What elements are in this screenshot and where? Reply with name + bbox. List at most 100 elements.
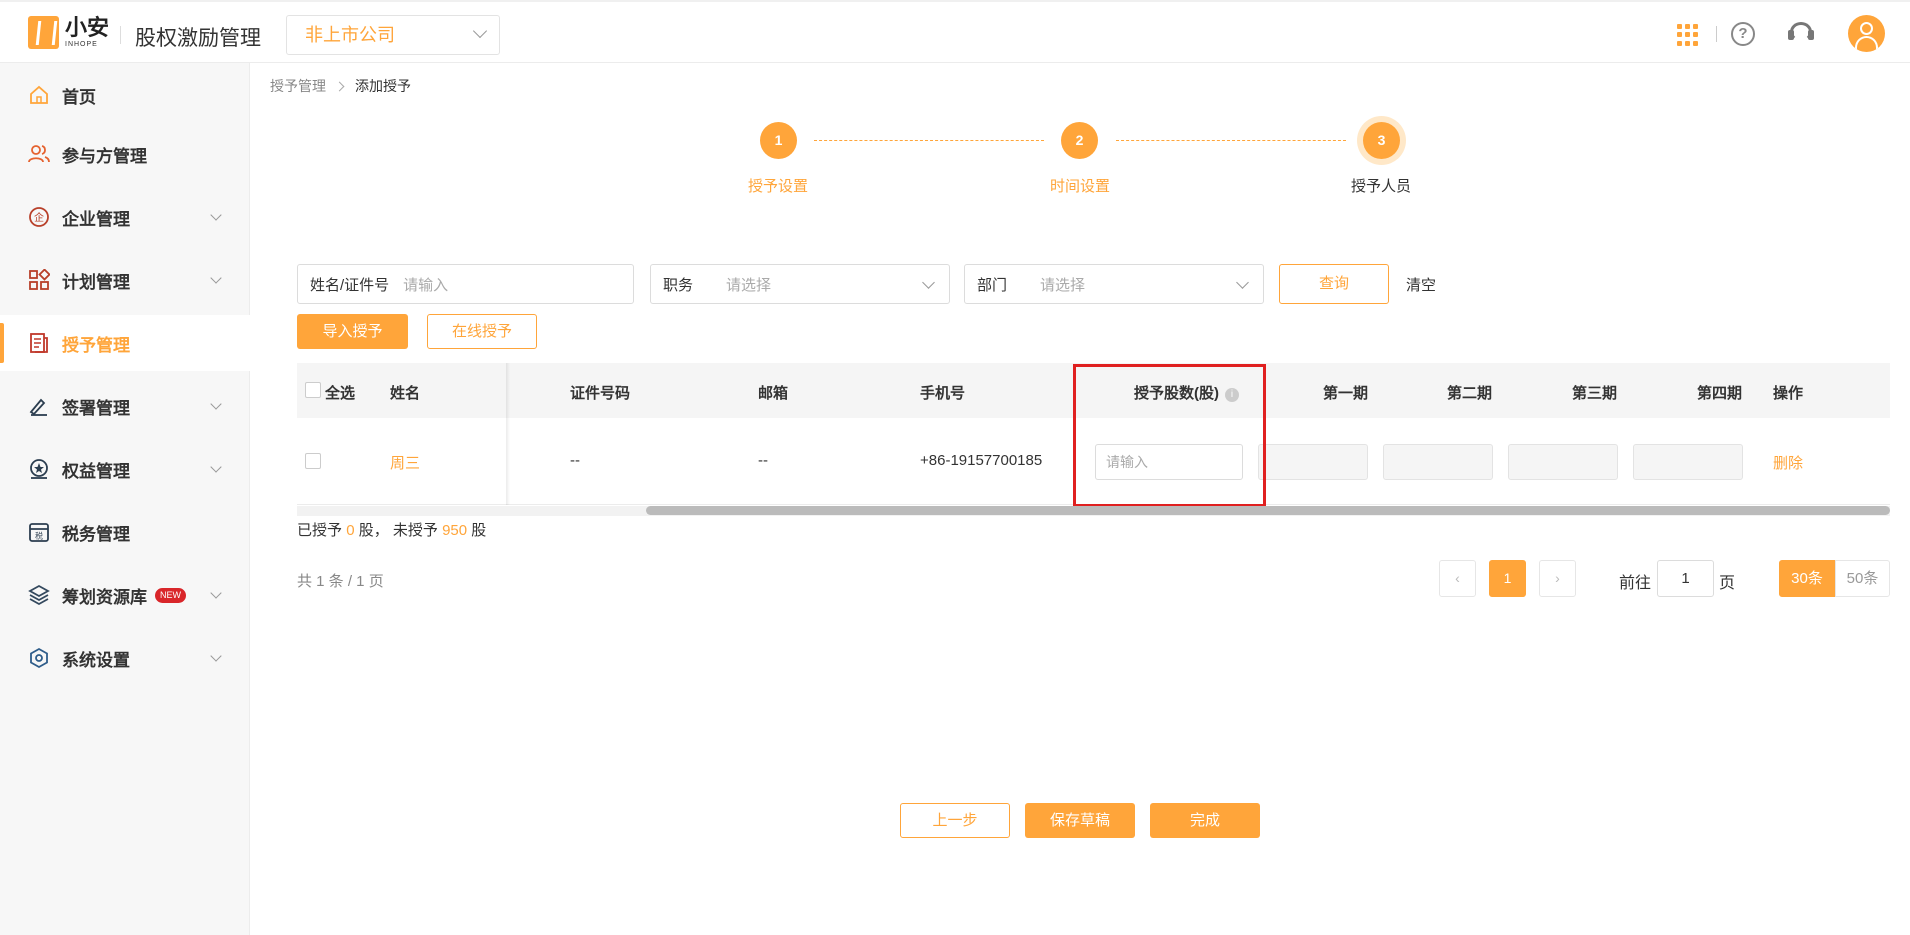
chevron-down-icon <box>210 650 222 662</box>
select-all-checkbox[interactable] <box>305 382 321 398</box>
sidebar: 首页 参与方管理 企 企业管理 计划管理 授予管理 签署管理 权益管理 税 税务… <box>0 63 250 935</box>
column-header-email: 邮箱 <box>758 385 789 402</box>
goto-page-input[interactable]: 1 <box>1657 560 1714 597</box>
step-connector <box>814 140 1044 141</box>
settings-icon <box>30 647 48 669</box>
column-header-period-2: 第二期 <box>1447 385 1493 402</box>
logo: 小安 INHOPE <box>28 16 109 49</box>
new-badge: NEW <box>155 587 186 603</box>
sidebar-item-home[interactable]: 首页 <box>0 67 250 123</box>
step-1-circle: 1 <box>760 122 797 159</box>
chevron-down-icon <box>210 587 222 599</box>
column-header-operation: 操作 <box>1773 385 1804 402</box>
chevron-down-icon <box>472 23 488 39</box>
sidebar-item-label: 权益管理 <box>62 461 130 481</box>
name-id-filter[interactable]: 姓名/证件号 请输入 <box>297 264 634 304</box>
sidebar-item-grant[interactable]: 授予管理 <box>0 315 250 371</box>
breadcrumb-current: 添加授予 <box>355 78 411 94</box>
grant-summary: 已授予 0 股， 未授予 950 股 <box>297 519 486 540</box>
plan-icon <box>29 269 50 290</box>
sidebar-item-enterprise[interactable]: 企 企业管理 <box>0 189 250 245</box>
online-grant-button[interactable]: 在线授予 <box>427 314 537 349</box>
summary-ungranted-unit: 股 <box>471 522 487 539</box>
chevron-right-icon <box>334 81 345 91</box>
page-unit-label: 页 <box>1719 575 1736 592</box>
top-header: 小安 INHOPE 股权激励管理 非上市公司 ? <box>0 0 1910 63</box>
filter-label: 姓名/证件号 <box>310 276 390 294</box>
column-header-period-1: 第一期 <box>1323 385 1369 402</box>
goto-label: 前往 <box>1619 575 1652 592</box>
delete-row-button[interactable]: 删除 <box>1773 452 1803 473</box>
position-select[interactable]: 请选择 <box>726 274 771 295</box>
company-type-value: 非上市公司 <box>305 25 395 45</box>
sidebar-item-label: 计划管理 <box>62 272 130 292</box>
company-type-select[interactable]: 非上市公司 <box>286 15 500 55</box>
sidebar-item-participants[interactable]: 参与方管理 <box>0 126 250 182</box>
logo-mark-icon <box>28 16 59 49</box>
department-filter[interactable]: 部门 请选择 <box>964 264 1264 304</box>
sidebar-item-label: 企业管理 <box>62 209 130 229</box>
step-3-label: 授予人员 <box>1350 178 1411 195</box>
sidebar-item-plan[interactable]: 计划管理 <box>0 252 250 308</box>
sidebar-item-sign[interactable]: 签署管理 <box>0 378 250 434</box>
help-icon[interactable]: ? <box>1731 22 1755 46</box>
name-id-input[interactable]: 请输入 <box>403 274 448 295</box>
home-icon <box>30 85 48 104</box>
layers-icon <box>28 584 50 606</box>
chevron-down-icon <box>210 461 222 473</box>
period-3-input <box>1508 444 1618 480</box>
horizontal-scrollbar-thumb[interactable] <box>646 506 1890 515</box>
position-filter[interactable]: 职务 请选择 <box>650 264 950 304</box>
sidebar-item-label: 系统设置 <box>62 650 130 670</box>
filter-label: 职务 <box>663 276 694 294</box>
next-page-button[interactable]: › <box>1539 560 1576 597</box>
fixed-column-shadow <box>506 363 510 505</box>
logo-subtext: INHOPE <box>65 41 98 48</box>
prev-step-button[interactable]: 上一步 <box>900 803 1010 838</box>
equity-icon <box>30 459 48 479</box>
column-header-period-3: 第三期 <box>1572 385 1618 402</box>
apps-grid-icon[interactable] <box>1677 24 1699 46</box>
customer-service-icon[interactable] <box>1788 22 1814 46</box>
app-title: 股权激励管理 <box>135 27 261 50</box>
sidebar-item-label: 税务管理 <box>62 524 130 544</box>
filter-label: 部门 <box>977 276 1008 294</box>
import-grant-button[interactable]: 导入授予 <box>297 314 408 349</box>
enterprise-icon: 企 <box>29 207 49 227</box>
row-phone: +86-19157700185 <box>920 452 1043 469</box>
sidebar-item-tax[interactable]: 税 税务管理 <box>0 504 250 560</box>
sign-icon <box>29 398 47 416</box>
column-header-id-number: 证件号码 <box>570 385 631 402</box>
row-checkbox[interactable] <box>305 453 321 469</box>
sidebar-item-settings[interactable]: 系统设置 <box>0 630 250 686</box>
summary-ungranted-label: 未授予 <box>392 522 438 539</box>
finish-button[interactable]: 完成 <box>1150 803 1260 838</box>
users-icon <box>28 145 50 163</box>
sidebar-item-label: 签署管理 <box>62 398 130 418</box>
chevron-down-icon <box>210 209 222 221</box>
user-avatar-icon[interactable] <box>1848 15 1885 52</box>
page-number-button[interactable]: 1 <box>1489 560 1526 597</box>
svg-text:税: 税 <box>35 531 43 541</box>
sidebar-item-label: 首页 <box>62 87 96 107</box>
query-button[interactable]: 查询 <box>1279 264 1389 304</box>
save-draft-button[interactable]: 保存草稿 <box>1025 803 1135 838</box>
chevron-down-icon <box>1236 276 1249 289</box>
prev-page-button[interactable]: ‹ <box>1439 560 1476 597</box>
chevron-down-icon <box>922 276 935 289</box>
clear-button[interactable]: 清空 <box>1406 274 1436 295</box>
summary-granted-unit: 股， <box>358 522 389 539</box>
column-header-period-4: 第四期 <box>1697 385 1743 402</box>
row-name-link[interactable]: 周三 <box>390 452 420 473</box>
sidebar-item-resources[interactable]: 筹划资源库 NEW <box>0 567 250 623</box>
summary-granted-label: 已授予 <box>297 522 343 539</box>
chevron-down-icon <box>210 398 222 410</box>
summary-ungranted-value: 950 <box>442 522 468 539</box>
header-divider <box>120 26 121 44</box>
page-size-50-button[interactable]: 50条 <box>1835 560 1890 597</box>
page-size-30-button[interactable]: 30条 <box>1779 560 1835 597</box>
breadcrumb-parent[interactable]: 授予管理 <box>270 76 326 96</box>
logo-text: 小安 <box>65 15 110 40</box>
department-select[interactable]: 请选择 <box>1040 274 1085 295</box>
sidebar-item-equity[interactable]: 权益管理 <box>0 441 250 497</box>
